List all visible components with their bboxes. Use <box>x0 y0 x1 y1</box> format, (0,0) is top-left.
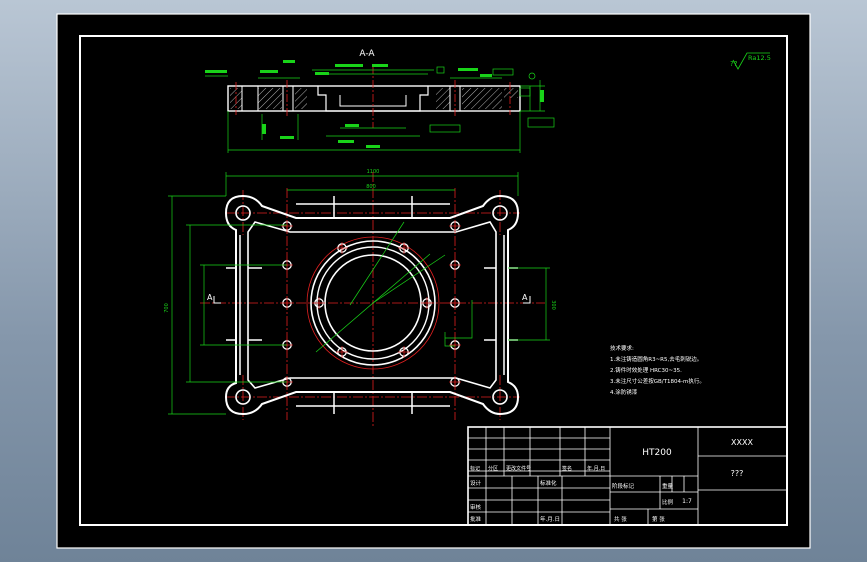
drawing-area <box>56 13 811 549</box>
dim-hole-span: 800 <box>366 184 376 190</box>
hatch-left-inner <box>295 88 307 109</box>
notes-line-2: 2.铸件时效处理 HRC30~35. <box>610 366 682 374</box>
section-label: A-A <box>359 49 375 59</box>
weight-label: 重量 <box>662 482 674 490</box>
designer-label: 设计 <box>470 479 482 487</box>
hatch-right-outer <box>504 88 518 98</box>
approver-date-label: 年.月.日 <box>540 515 560 523</box>
section-marker-left: A <box>207 293 213 302</box>
hatch-left <box>258 88 282 109</box>
stage-mark-label: 阶段标记 <box>612 482 635 490</box>
sheet-number: 第 张 <box>652 515 665 523</box>
marker-label: 标记 <box>470 465 480 472</box>
material-text: HT200 <box>642 448 672 458</box>
hatch-right <box>462 88 502 109</box>
company-text: XXXX <box>731 438 753 447</box>
dim-overall-width: 1100 <box>367 169 380 175</box>
notes-line-4: 4.涂防锈漆 <box>610 388 638 396</box>
zone-label: 分区 <box>488 465 498 472</box>
notes-line-1: 1.未注铸造圆角R3~R5,去毛刺锐边。 <box>610 355 702 363</box>
section-marker-right: A <box>522 293 528 302</box>
dim-side: 300 <box>550 300 556 310</box>
approver-label: 批准 <box>470 515 482 523</box>
hatch-right-inner <box>436 88 450 109</box>
sheets-total: 共 张 <box>614 515 627 523</box>
part-name-text: ??? <box>731 469 744 478</box>
scale-label: 比例 <box>662 498 674 506</box>
notes-line-3: 3.未注尺寸公差按GB/T1804-m执行。 <box>610 377 705 385</box>
revision-file-label: 更改文件号 <box>506 465 531 472</box>
cad-drawing-canvas: A-A ?? Ra12.5 1100 800 700 300 A A 技术要求:… <box>56 13 811 549</box>
roughness-value: Ra12.5 <box>748 54 771 62</box>
notes-heading: 技术要求: <box>610 344 634 352</box>
date-label: 年.月.日 <box>587 465 605 472</box>
dim-height: 700 <box>164 303 170 313</box>
signature-label: 签名 <box>562 465 572 472</box>
standardizer-label: 标准化 <box>540 479 557 487</box>
scale-text: 1:7 <box>682 498 692 505</box>
reviewer-label: 审核 <box>470 503 482 511</box>
